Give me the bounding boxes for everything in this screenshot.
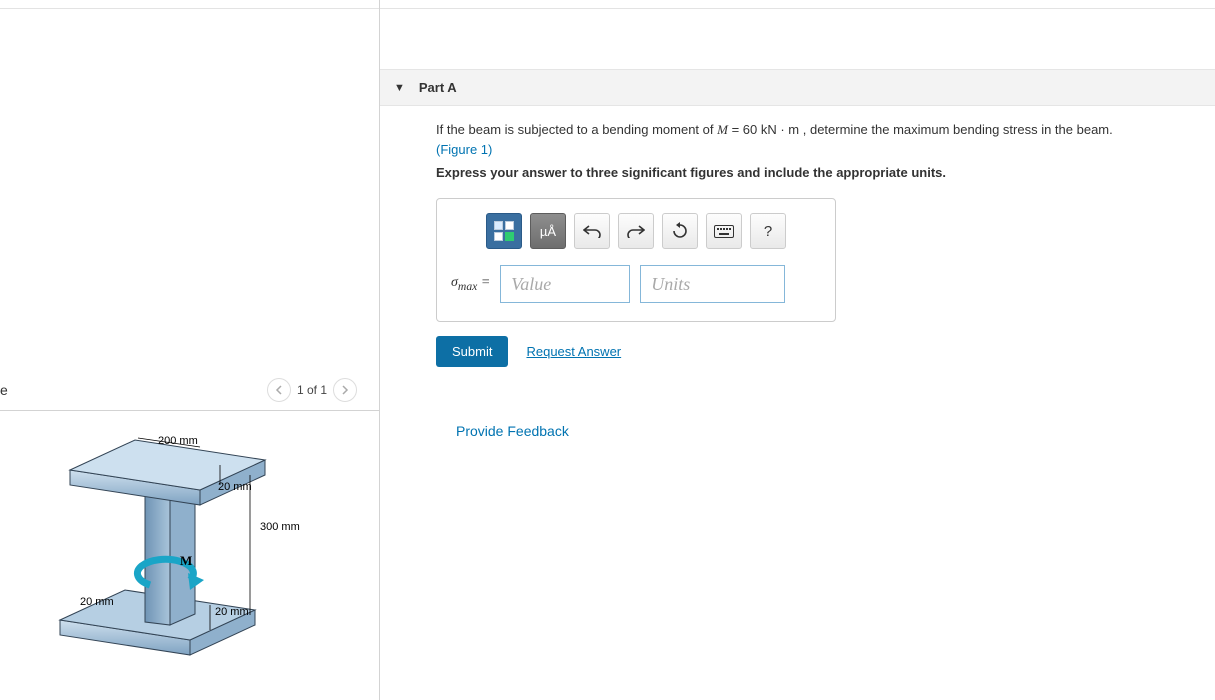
redo-button[interactable] (618, 213, 654, 249)
beam-svg: 200 mm 20 mm 300 mm 20 mm 20 mm M (50, 430, 330, 670)
dim-top-label: 200 mm (158, 435, 198, 447)
pager-text: 1 of 1 (297, 383, 327, 397)
beam-diagram: 200 mm 20 mm 300 mm 20 mm 20 mm M (50, 430, 330, 670)
q-symbol-M: M (717, 122, 728, 137)
q-prefix: If the beam is subjected to a bending mo… (436, 122, 717, 137)
pager-prev-button[interactable] (267, 378, 291, 402)
provide-feedback-link[interactable]: Provide Feedback (436, 423, 1185, 439)
special-chars-button[interactable]: µÅ (530, 213, 566, 249)
q-eq: = 60 kN · m (728, 122, 799, 137)
moment-label: M (180, 553, 192, 568)
answer-input-row: σmax = (451, 265, 821, 303)
value-input[interactable] (500, 265, 630, 303)
equals-sign: = (477, 275, 490, 290)
dim-left-label: 20 mm (80, 596, 114, 608)
chevron-right-icon (341, 385, 349, 395)
question-text: If the beam is subjected to a bending mo… (436, 120, 1185, 159)
dim-height-label: 300 mm (260, 521, 300, 533)
sigma-symbol: σ (451, 275, 458, 290)
reset-icon (671, 222, 689, 240)
undo-icon (583, 224, 601, 238)
answer-box: µÅ ? σma (436, 198, 836, 322)
caret-down-icon: ▼ (394, 82, 405, 94)
question-panel: ▼ Part A If the beam is subjected to a b… (380, 0, 1215, 700)
q-suffix: , determine the maximum bending stress i… (799, 122, 1113, 137)
pager-next-button[interactable] (333, 378, 357, 402)
part-header[interactable]: ▼ Part A (380, 69, 1215, 106)
templates-button[interactable] (486, 213, 522, 249)
dim-flange-label: 20 mm (218, 481, 252, 493)
figure-header: e 1 of 1 (0, 378, 379, 411)
reset-button[interactable] (662, 213, 698, 249)
figure-panel: e 1 of 1 (0, 0, 380, 700)
templates-icon (494, 221, 514, 241)
sigma-sub: max (458, 280, 477, 293)
help-button[interactable]: ? (750, 213, 786, 249)
figure-title: e (0, 382, 8, 398)
redo-icon (627, 224, 645, 238)
submit-button[interactable]: Submit (436, 336, 508, 367)
answer-toolbar: µÅ ? (451, 213, 821, 249)
dim-web-label: 20 mm (215, 606, 249, 618)
divider (0, 8, 379, 9)
divider (380, 8, 1215, 9)
part-title: Part A (419, 80, 457, 95)
request-answer-link[interactable]: Request Answer (526, 344, 621, 359)
units-input[interactable] (640, 265, 785, 303)
keyboard-button[interactable] (706, 213, 742, 249)
chevron-left-icon (275, 385, 283, 395)
instruction-text: Express your answer to three significant… (436, 165, 1185, 180)
figure-pager: 1 of 1 (267, 378, 357, 402)
undo-button[interactable] (574, 213, 610, 249)
figure-link[interactable]: (Figure 1) (436, 142, 492, 157)
action-row: Submit Request Answer (436, 336, 1185, 367)
keyboard-icon (714, 225, 734, 238)
sigma-label: σmax = (451, 275, 490, 293)
